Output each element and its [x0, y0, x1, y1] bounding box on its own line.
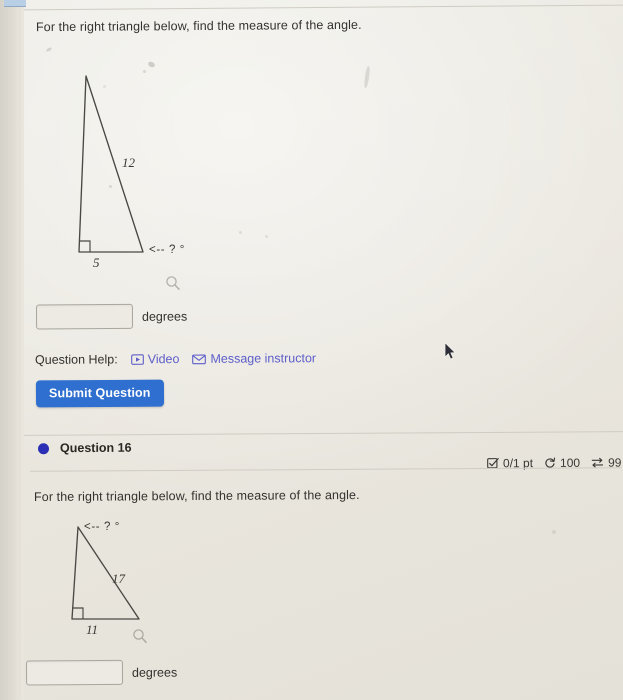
answer-input-degrees-2[interactable] — [25, 659, 124, 686]
question-15-answer-row: degrees — [35, 303, 188, 330]
envelope-icon — [192, 352, 207, 365]
hypotenuse-label-2: 17 — [112, 571, 125, 586]
mouse-cursor-icon — [444, 342, 457, 361]
unit-label-degrees-2: degrees — [131, 665, 178, 680]
unknown-angle-marker-1: <-- ? ° — [149, 244, 185, 256]
question-16-prompt: For the right triangle below, find the m… — [33, 488, 360, 504]
message-instructor-link[interactable]: Message instructor — [192, 351, 316, 366]
triangle-diagram-2 — [71, 526, 140, 620]
question-15-prompt: For the right triangle below, find the m… — [35, 17, 362, 35]
question-16-answer-row: degrees — [25, 659, 178, 686]
divider-top — [24, 4, 623, 11]
assignment-page: For the right triangle below, find the m… — [24, 0, 623, 700]
question-status-dot — [37, 442, 50, 454]
video-help-link[interactable]: Video — [130, 352, 180, 367]
left-margin-strip — [0, 0, 19, 700]
question-15-figure: 12 5 <-- ? ° — [44, 55, 244, 270]
unknown-angle-marker-2: <-- ? ° — [84, 521, 120, 533]
message-instructor-label: Message instructor — [210, 351, 317, 366]
submit-question-button[interactable]: Submit Question — [35, 379, 164, 408]
browser-chrome-fragment — [4, 0, 26, 7]
triangle-diagram-1 — [78, 75, 144, 253]
question-16-figure: <-- ? ° 17 11 — [44, 515, 244, 640]
video-play-icon — [130, 353, 144, 366]
magnifier-icon[interactable] — [132, 628, 148, 644]
magnifier-icon[interactable] — [165, 275, 181, 291]
question-16-header: Question 16 — [37, 440, 132, 456]
question-help-label: Question Help: — [34, 352, 118, 367]
question-15-help-row: Question Help: Video Message instructor — [35, 351, 329, 367]
base-label-2: 11 — [86, 622, 99, 637]
divider-question-16-top — [24, 431, 623, 436]
answer-input-degrees-1[interactable] — [35, 303, 134, 330]
base-label-1: 5 — [93, 255, 100, 270]
video-help-label: Video — [147, 352, 180, 367]
hypotenuse-label-1: 12 — [122, 155, 135, 170]
unit-label-degrees-1: degrees — [141, 309, 188, 324]
question-16-title: Question 16 — [59, 440, 132, 456]
